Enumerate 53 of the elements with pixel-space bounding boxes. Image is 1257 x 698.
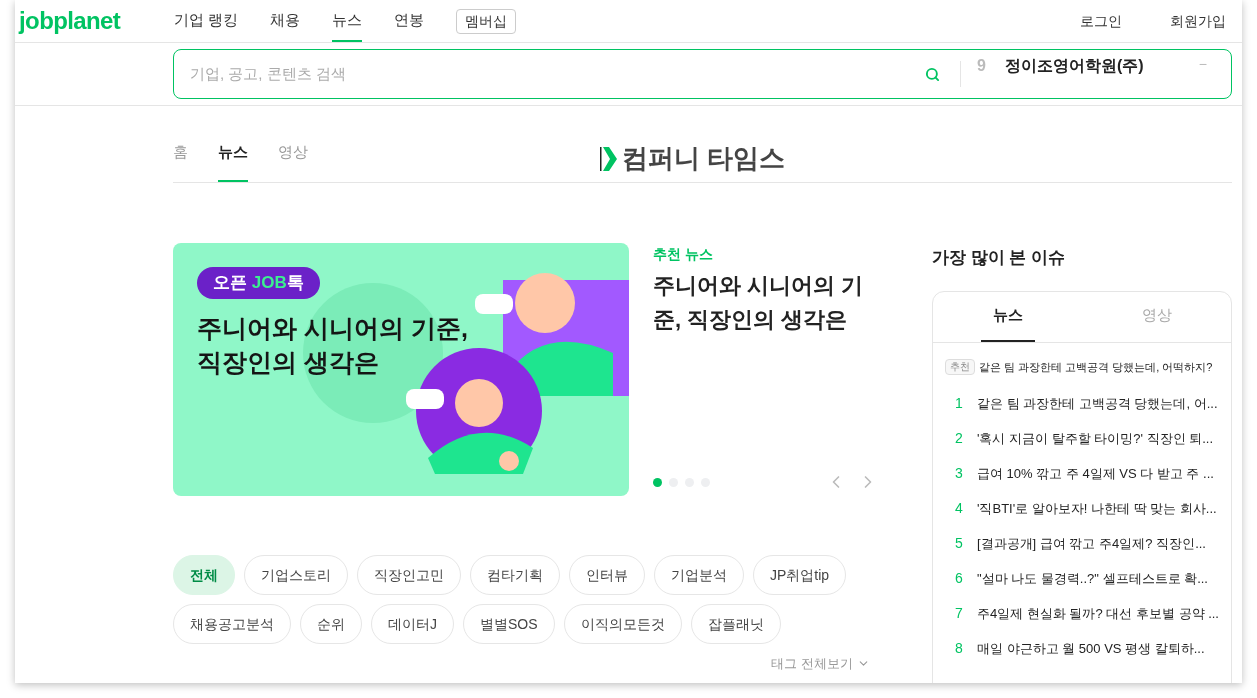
rank-number: 3 (955, 464, 964, 483)
rank-number: 2 (955, 429, 964, 448)
banner-headline: 주니어와 시니어의 기준, (197, 312, 468, 344)
ranking-tab[interactable]: 뉴스 (980, 291, 1035, 342)
news-link[interactable]: "설마 나도 물경력..?" 셀프테스트로 확... (977, 568, 1208, 589)
tag-chip[interactable]: 기업분석 (654, 555, 744, 595)
auth-link[interactable]: 로그인 (1080, 10, 1122, 32)
nav-link[interactable]: 연봉 (394, 0, 425, 42)
rank-number: 4 (955, 499, 964, 518)
nav-link[interactable]: 채용 (270, 0, 301, 42)
news-link[interactable]: '혹시 지금이 탈주할 타이밍?' 직장인 퇴... (977, 428, 1214, 449)
tag-chip[interactable]: 인터뷰 (569, 555, 645, 595)
search-icon[interactable] (925, 66, 940, 82)
nav-link[interactable]: 기업 랭킹 (174, 0, 239, 42)
rank-number: 8 (955, 639, 964, 658)
tag-chip[interactable]: 이직의모든것 (563, 604, 682, 644)
brand-title: 컴퍼니 타임스 (622, 142, 786, 175)
brand-logo-icon (600, 146, 618, 171)
membership-link[interactable]: 멤버십 (456, 8, 517, 34)
tag-chip[interactable]: 순위 (300, 604, 362, 644)
search-field[interactable]: 기업, 공고, 콘텐츠 검색 9 정이조영어학원(주) − (173, 49, 1232, 99)
tag-chip[interactable]: 채용공고분석 (173, 604, 291, 644)
banner-badge: 오픈 JOB톡 (197, 267, 320, 299)
tag-chip[interactable]: 컴타기획 (470, 555, 560, 595)
tag-chip[interactable]: 잡플래닛 (690, 604, 781, 644)
tag-chip[interactable]: 기업스토리 (244, 555, 348, 595)
article-title[interactable]: 주니어와 시니어의 기준, 직장인의 생각은 (653, 269, 878, 337)
tag-chip[interactable]: 데이터J (371, 604, 454, 644)
news-link[interactable]: 매일 야근하고 월 500 VS 평생 칼퇴하... (977, 638, 1205, 659)
tag-chip[interactable]: 별별SOS (463, 604, 555, 644)
trend-change: − (1198, 55, 1207, 74)
news-link[interactable]: 주4일제 현실화 될까? 대선 후보별 공약 ... (977, 603, 1219, 624)
auth-link[interactable]: 회원가입 (1170, 10, 1226, 32)
trending-keyword[interactable]: 정이조영어학원(주) (1005, 54, 1144, 78)
nav-link[interactable]: 뉴스 (332, 0, 363, 42)
banner-headline: 직장인의 생각은 (197, 346, 380, 378)
tag-chip[interactable]: 전체 (173, 555, 235, 595)
tag-chip[interactable]: 직장인고민 (357, 555, 461, 595)
pick-badge: 추천 (945, 358, 975, 375)
rank-number: 6 (955, 569, 964, 588)
news-link[interactable]: [결과공개] 급여 깎고 주4일제? 직장인... (977, 533, 1206, 554)
news-link[interactable]: 같은 팀 과장한테 고백공격 당했는데, 어... (977, 393, 1218, 414)
section-tab[interactable]: 뉴스 (218, 106, 248, 182)
section-heading: 가장 많이 본 이슈 (932, 247, 1067, 269)
news-link[interactable]: 급여 10% 깎고 주 4일제 VS 다 받고 주 ... (977, 463, 1214, 484)
rank-number: 7 (955, 604, 964, 623)
tag-chip[interactable]: JP취업tip (753, 555, 847, 595)
news-link[interactable]: 같은 팀 과장한테 고백공격 당했는데, 어떡하지? (979, 358, 1213, 375)
trend-rank: 9 (977, 56, 987, 76)
news-link[interactable]: '직BTI'로 알아보자! 나한테 딱 맞는 회사... (977, 498, 1217, 519)
section-label: 추천 뉴스 (653, 245, 714, 264)
rank-number: 1 (955, 394, 964, 413)
rank-number: 5 (955, 534, 964, 553)
